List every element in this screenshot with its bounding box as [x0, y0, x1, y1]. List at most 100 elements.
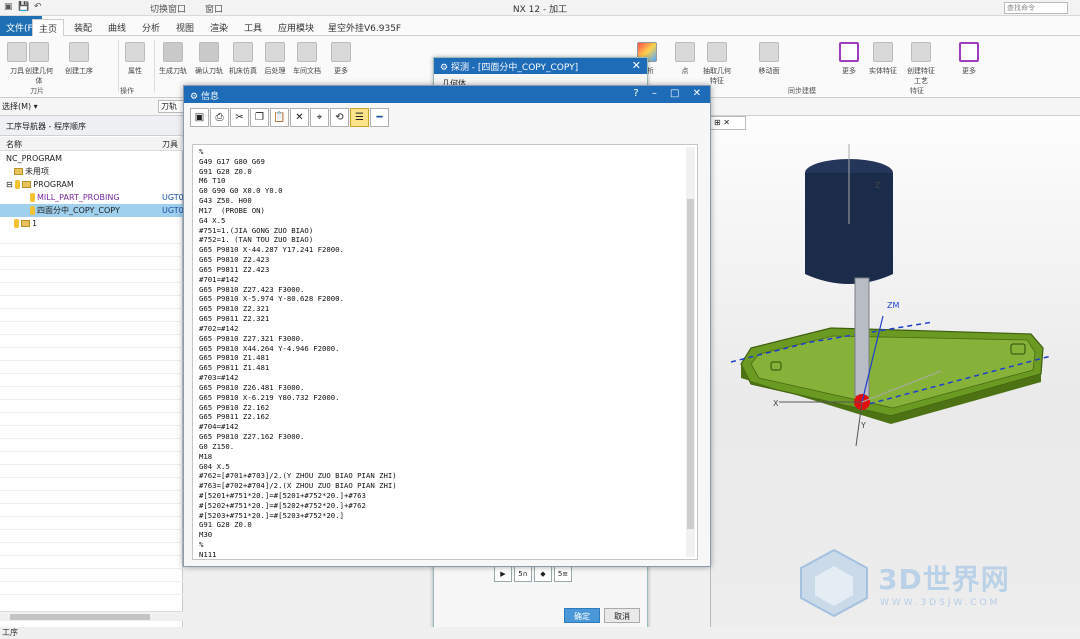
close-icon[interactable]: ✕ — [632, 59, 641, 72]
group-label-operation: 操作 — [120, 87, 134, 95]
ribbon-extract-geometry-button[interactable]: 抽取几何特征 — [700, 40, 734, 88]
ribbon-feature-process-button[interactable]: 创建特征工艺 — [904, 40, 938, 88]
ribbon-create-operation-button[interactable]: 创建工序 — [62, 40, 96, 88]
find-icon[interactable]: ⌖ — [310, 108, 329, 127]
minus-icon[interactable]: ━ — [370, 108, 389, 127]
ribbon-point-button[interactable]: 点 — [668, 40, 702, 88]
extract-geometry-icon — [707, 42, 727, 62]
postprocess-icon — [265, 42, 285, 62]
tree-row[interactable]: MILL_PART_PROBING UGT0 — [0, 191, 184, 204]
operation-icon — [69, 42, 89, 62]
axis-label-z: Z — [875, 181, 881, 190]
key-icon — [30, 206, 35, 215]
info-dialog-title: ⚙ 信息 — [184, 86, 710, 103]
move-face-icon — [759, 42, 779, 62]
key-icon — [30, 193, 35, 202]
ribbon-machine-sim-button[interactable]: 机床仿真 — [226, 40, 260, 88]
search-input[interactable]: 查找命令 — [1004, 2, 1068, 14]
watermark-text: 3D世界网 — [878, 563, 1010, 596]
watermark-url: WWW.3DSJW.COM — [880, 598, 1001, 608]
cancel-button[interactable]: 取消 — [604, 608, 640, 623]
tree-row[interactable]: ⊟ PROGRAM — [0, 178, 183, 191]
tab-tools[interactable]: 工具 — [238, 19, 268, 36]
tab-analysis[interactable]: 分析 — [136, 19, 166, 36]
ribbon-generate-path-button[interactable]: 生成刀轨 — [156, 40, 190, 88]
window-controls[interactable]: ? – □ ✕ — [633, 88, 706, 99]
save-icon[interactable]: ▣ — [190, 108, 209, 127]
paste-icon[interactable]: 📋 — [270, 108, 289, 127]
folder-icon — [14, 168, 23, 175]
watermark-logo — [800, 548, 868, 618]
ribbon-verify-path-button[interactable]: 确认刀轨 — [192, 40, 226, 88]
tab-curve[interactable]: 曲线 — [102, 19, 132, 36]
ribbon-more-button[interactable]: 更多 — [324, 40, 358, 88]
info-scrollbar[interactable] — [686, 147, 695, 557]
tool-shank — [854, 277, 870, 397]
operation-navigator: 工序导航器 - 程序顺序 名称 刀具 NC_PROGRAM 未用项 ⊟ PROG… — [0, 116, 184, 639]
properties-icon — [125, 42, 145, 62]
viewport-tab[interactable]: ⊞ ✕ — [710, 116, 746, 130]
navigator-header: 名称 刀具 — [0, 137, 183, 151]
tab-view[interactable]: 视图 — [170, 19, 200, 36]
ok-button[interactable]: 确定 — [564, 608, 600, 623]
column-name[interactable]: 名称 — [6, 139, 22, 150]
geometry-icon — [29, 42, 49, 62]
status-bar: 工序 — [0, 627, 1080, 639]
probe-dialog-title: ⚙ 探测 - [四面分中_COPY_COPY] — [434, 58, 647, 74]
info-toolbar: ▣ ⎙ ✂ ❐ 📋 ✕ ⌖ ⟲ ☰ ━ — [190, 108, 390, 130]
solid-feature-icon — [873, 42, 893, 62]
rotate-icon[interactable]: ⟲ — [330, 108, 349, 127]
tab-render[interactable]: 渲染 — [204, 19, 234, 36]
delete-icon[interactable]: ✕ — [290, 108, 309, 127]
tree-row[interactable]: 1 — [0, 217, 183, 230]
tab-home[interactable]: 主页 — [32, 19, 65, 36]
ribbon-more2-button[interactable]: 更多 — [832, 40, 866, 88]
tree-row[interactable]: NC_PROGRAM — [0, 152, 183, 165]
title-bar: ▣ 💾 ↶ 切换窗口 窗口 NX 12 - 加工 查找命令 — [0, 0, 1080, 16]
more-icon — [839, 42, 859, 62]
nc-program-text: % G49 G17 G80 G69 G91 G28 Z0.0 M6 T10 G0… — [199, 147, 397, 559]
verify-path-icon — [199, 42, 219, 62]
key-icon — [14, 219, 19, 228]
feature-process-icon — [911, 42, 931, 62]
graphics-viewport[interactable]: ZM Z Y X — [710, 116, 1080, 627]
generate-path-icon — [163, 42, 183, 62]
machine-sim-icon — [233, 42, 253, 62]
ribbon-move-face-button[interactable]: 移动面 — [752, 40, 786, 88]
folder-icon — [22, 181, 32, 188]
group-label-tool: 刀片 — [30, 87, 44, 95]
ribbon-properties-button[interactable]: 属性 — [118, 40, 152, 88]
tab-app-modules[interactable]: 应用模块 — [272, 19, 320, 36]
cut-icon[interactable]: ✂ — [230, 108, 249, 127]
tab-plugin[interactable]: 星空外挂V6.935F — [322, 19, 407, 36]
group-label-sync: 同步建模 — [788, 87, 816, 95]
ribbon-solid-feature-button[interactable]: 实体特征 — [866, 40, 900, 88]
axis-label-y: Y — [860, 421, 866, 430]
info-dialog: ⚙ 信息 ? – □ ✕ ▣ ⎙ ✂ ❐ 📋 ✕ ⌖ ⟲ ☰ ━ % G49 G17 G80 G6… — [183, 85, 711, 567]
navigator-hscrollbar[interactable] — [0, 611, 183, 621]
shop-docs-icon — [297, 42, 317, 62]
ribbon-more3-button[interactable]: 更多 — [952, 40, 986, 88]
ribbon-shop-docs-button[interactable]: 车间文档 — [290, 40, 324, 88]
axis-label-x: X — [773, 399, 779, 408]
tree-row-selected[interactable]: 四面分中_COPY_COPY UGT0 — [0, 204, 184, 217]
navigator-title: 工序导航器 - 程序顺序 — [0, 116, 183, 136]
info-text-area[interactable]: % G49 G17 G80 G69 G91 G28 Z0.0 M6 T10 G0… — [192, 144, 698, 560]
folder-icon — [21, 220, 30, 227]
group-label-feature: 特征 — [910, 87, 924, 95]
ribbon-postprocess-button[interactable]: 后处理 — [258, 40, 292, 88]
more-icon — [959, 42, 979, 62]
copy-icon[interactable]: ❐ — [250, 108, 269, 127]
axis-label-zm: ZM — [887, 301, 899, 310]
app-title: NX 12 - 加工 — [512, 5, 568, 15]
tab-assembly[interactable]: 装配 — [68, 19, 98, 36]
print-icon[interactable]: ⎙ — [210, 108, 229, 127]
column-tool[interactable]: 刀具 — [162, 139, 178, 150]
key-icon — [15, 180, 21, 189]
menu-tabs: 文件(F) 主页 装配 曲线 分析 视图 渲染 工具 应用模块 星空外挂V6.9… — [0, 16, 1080, 36]
tree-row[interactable]: 未用项 — [0, 165, 183, 178]
ribbon-create-geometry-button[interactable]: 创建几何体 — [22, 40, 56, 88]
point-icon — [675, 42, 695, 62]
highlight-icon[interactable]: ☰ — [350, 108, 369, 127]
selection-filter[interactable]: 选择(M) ▾ — [2, 101, 38, 112]
